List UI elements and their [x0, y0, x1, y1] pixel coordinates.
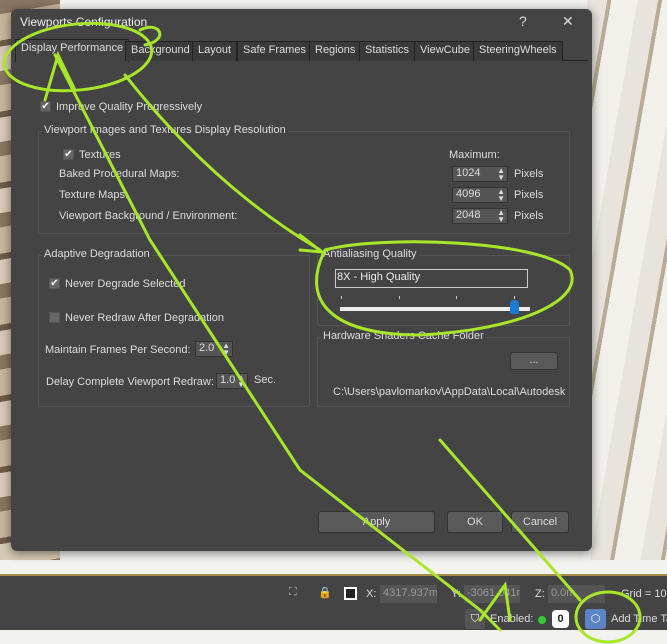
baked-maps-spinner[interactable]: 1024 ▲ ▼: [452, 166, 508, 182]
never-degrade-checkbox[interactable]: ✔: [49, 278, 60, 289]
dialog-title: Viewports Configuration: [20, 15, 148, 29]
viewports-configuration-dialog: Viewports Configuration ? ✕ Display Perf…: [11, 9, 592, 551]
tab-safe-frames[interactable]: Safe Frames: [237, 41, 312, 61]
enabled-label: Enabled:: [490, 613, 534, 625]
grid-label: Grid = 100: [621, 588, 667, 600]
antialiasing-value-display: 8X - High Quality: [335, 269, 528, 288]
shaders-cache-group: Hardware Shaders Cache Folder ... C:\Use…: [317, 330, 570, 407]
texture-maps-spinner[interactable]: 4096 ▲ ▼: [452, 187, 508, 203]
browse-button[interactable]: ...: [510, 352, 558, 370]
enabled-indicator: [538, 616, 546, 624]
texture-maps-label: Texture Maps:: [59, 189, 129, 201]
fps-value: 2.0: [199, 342, 215, 354]
y-coordinate-field[interactable]: -3061.041m: [464, 585, 520, 603]
texture-maps-value: 4096: [456, 188, 481, 200]
status-bar: ⛶ 🔒 X: 4317.937m Y: -3061.041m Z: 0.0m G…: [0, 574, 667, 630]
improve-quality-checkbox[interactable]: ✔: [40, 101, 51, 112]
textures-label: Textures: [79, 149, 121, 161]
tab-bar: Display Performance Background Layout Sa…: [15, 39, 588, 62]
never-redraw-checkbox[interactable]: [49, 312, 60, 323]
selection-icon[interactable]: ⛶: [289, 586, 297, 599]
time-tag-icon[interactable]: ⬡: [585, 609, 606, 629]
count-badge[interactable]: 0: [552, 610, 569, 628]
ok-button[interactable]: OK: [447, 511, 503, 533]
maximum-label: Maximum:: [449, 149, 500, 161]
tab-layout[interactable]: Layout: [192, 41, 238, 61]
never-redraw-label: Never Redraw After Degradation: [65, 312, 224, 324]
delay-label: Delay Complete Viewport Redraw:: [46, 376, 214, 388]
viewport-background-right: [587, 0, 667, 560]
tab-viewcube[interactable]: ViewCube: [414, 41, 476, 61]
resolution-title: Viewport Images and Textures Display Res…: [42, 124, 288, 136]
improve-quality-label: Improve Quality Progressively: [56, 101, 203, 113]
background-env-value: 2048: [456, 209, 481, 221]
add-time-tag-button[interactable]: Add Time Tag: [611, 613, 667, 625]
z-coordinate-field[interactable]: 0.0m: [548, 585, 605, 603]
antialiasing-slider-thumb[interactable]: [510, 300, 519, 314]
slider-tick: [399, 296, 400, 299]
tab-steeringwheels[interactable]: SteeringWheels: [473, 41, 563, 61]
shield-icon[interactable]: ⛉: [465, 609, 485, 629]
help-button[interactable]: ?: [519, 13, 527, 29]
close-button[interactable]: ✕: [562, 13, 574, 30]
x-label: X:: [366, 588, 377, 600]
fps-label: Maintain Frames Per Second:: [45, 344, 191, 356]
pixels-unit: Pixels: [514, 210, 544, 222]
baked-maps-value: 1024: [456, 167, 481, 179]
pixels-unit: Pixels: [514, 189, 544, 201]
adaptive-title: Adaptive Degradation: [42, 248, 152, 260]
adaptive-degradation-group: Adaptive Degradation ✔ Never Degrade Sel…: [38, 248, 310, 407]
slider-tick: [341, 296, 342, 299]
cancel-button[interactable]: Cancel: [511, 511, 569, 533]
tab-statistics[interactable]: Statistics: [359, 41, 416, 61]
antialiasing-group: Antialiasing Quality 8X - High Quality: [317, 248, 570, 326]
absolute-mode-icon[interactable]: [344, 587, 357, 600]
antialiasing-slider-track[interactable]: [340, 307, 530, 311]
pixels-unit: Pixels: [514, 168, 544, 180]
baked-maps-label: Baked Procedural Maps:: [59, 168, 180, 180]
tab-regions[interactable]: Regions: [309, 41, 362, 61]
tab-background[interactable]: Background: [125, 41, 196, 61]
antialiasing-title: Antialiasing Quality: [321, 248, 419, 260]
resolution-group: Viewport Images and Textures Display Res…: [38, 124, 570, 234]
lock-icon[interactable]: 🔒: [318, 586, 332, 599]
slider-tick: [456, 296, 457, 299]
never-degrade-label: Never Degrade Selected: [65, 278, 186, 290]
delay-unit: Sec.: [254, 374, 277, 386]
apply-button[interactable]: Apply: [318, 511, 435, 533]
shaders-path: C:\Users\pavlomarkov\AppData\Local\Autod…: [333, 386, 566, 398]
background-env-label: Viewport Background / Environment:: [59, 210, 238, 222]
slider-tick: [514, 296, 515, 299]
delay-spinner[interactable]: 1.0 ▲ ▼: [216, 373, 248, 389]
fps-spinner[interactable]: 2.0 ▲ ▼: [195, 341, 233, 357]
y-label: Y:: [451, 588, 461, 600]
tab-display-performance[interactable]: Display Performance: [15, 39, 130, 62]
textures-checkbox[interactable]: ✔: [63, 149, 74, 160]
delay-value: 1.0: [220, 374, 236, 386]
background-env-spinner[interactable]: 2048 ▲ ▼: [452, 208, 508, 224]
x-coordinate-field[interactable]: 4317.937m: [380, 585, 437, 603]
shaders-title: Hardware Shaders Cache Folder: [321, 330, 486, 342]
z-label: Z:: [535, 588, 545, 600]
